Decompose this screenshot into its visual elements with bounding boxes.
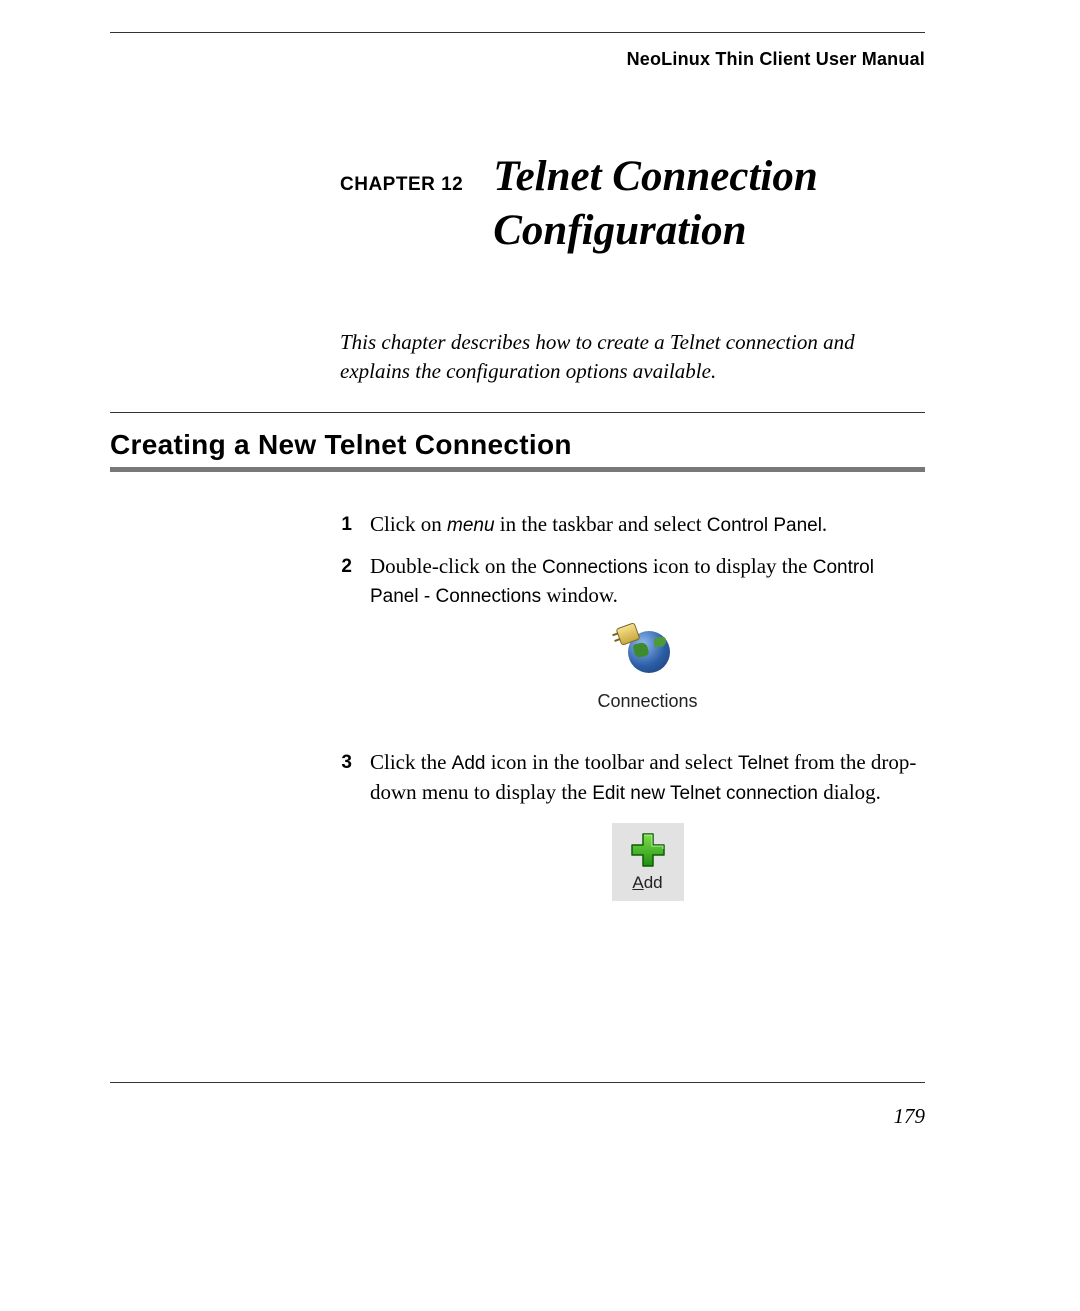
chapter-label: CHAPTER 12 [340,174,463,196]
add-icon-caption: Add [632,871,662,895]
connections-globe-icon [618,625,678,679]
add-label-mnemonic: A [632,873,643,892]
chapter-heading-block: CHAPTER 12 Telnet Connection CHAPTER 12 … [340,150,925,258]
connections-icon-caption: Connections [597,689,697,714]
plus-icon [628,831,668,869]
add-icon-figure: Add [612,823,684,901]
chapter-intro: This chapter describes how to create a T… [340,328,910,387]
step-number: 3 [340,748,352,777]
running-header: NeoLinux Thin Client User Manual [110,49,925,70]
document-page: NeoLinux Thin Client User Manual CHAPTER… [0,0,1080,1311]
step-text: icon in the toolbar and select [485,750,738,774]
chapter-title-line2: Configuration [493,204,746,258]
page-number: 179 [894,1104,926,1129]
step-number: 1 [340,510,352,539]
step-body: Click on menu in the taskbar and select … [370,510,925,540]
step-text: icon to display the [648,554,813,578]
step-text: in the taskbar and select [495,512,707,536]
step-number: 2 [340,552,352,581]
step-body: Click the Add icon in the toolbar and se… [370,748,925,901]
ui-connections: Connections [542,557,648,578]
step-text: Click on [370,512,447,536]
add-label-rest: dd [644,873,663,892]
section-heading: Creating a New Telnet Connection [110,429,925,461]
ui-edit-new-telnet: Edit new Telnet connection [592,783,818,804]
step-body: Double-click on the Connections icon to … [370,552,925,736]
connections-icon-figure: Connections [370,625,925,714]
step-text: window. [541,583,618,607]
step-text: Click the [370,750,452,774]
step-text: . [822,512,827,536]
ui-telnet: Telnet [738,753,789,774]
chapter-title-line1: Telnet Connection [493,150,818,204]
step-text: Double-click on the [370,554,542,578]
footer-rule [110,1082,925,1083]
step-2: 2 Double-click on the Connections icon t… [340,552,925,736]
header-rule [110,32,925,33]
step-list: 1 Click on menu in the taskbar and selec… [340,510,925,901]
ui-menu-word: menu [447,515,495,536]
section-top-rule [110,412,925,413]
step-3: 3 Click the Add icon in the toolbar and … [340,748,925,901]
section-thick-rule [110,467,925,472]
step-1: 1 Click on menu in the taskbar and selec… [340,510,925,540]
ui-control-panel: Control Panel [707,515,822,536]
step-text: dialog. [818,780,881,804]
ui-add: Add [452,753,486,774]
